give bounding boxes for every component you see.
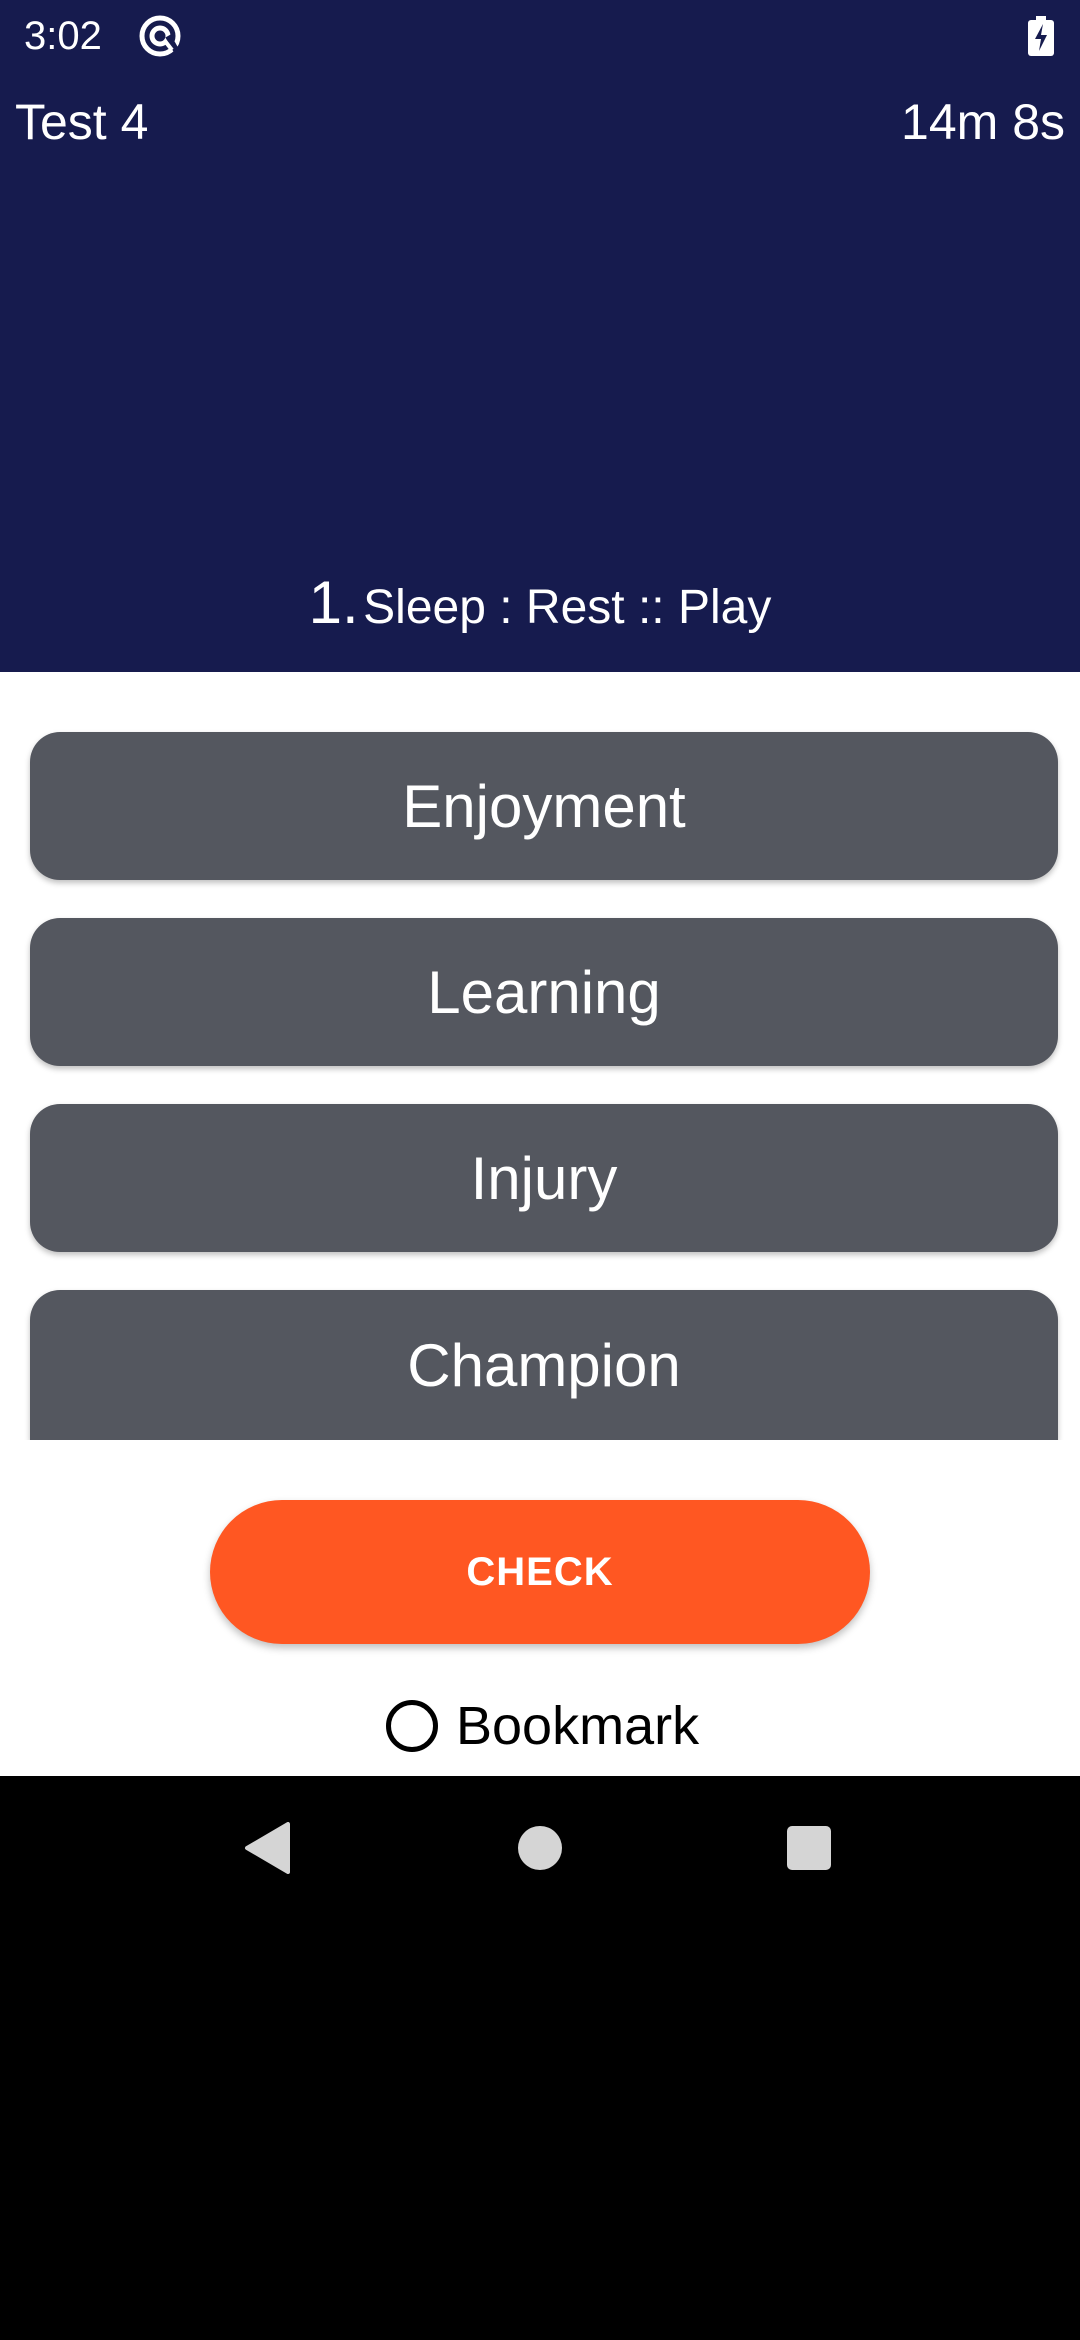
option-injury[interactable]: Injury [30, 1104, 1058, 1252]
back-triangle-icon[interactable] [244, 1822, 290, 1874]
bookmark-radio[interactable] [386, 1700, 438, 1752]
test-title: Test 4 [15, 94, 149, 150]
question: 1. Sleep : Rest :: Play [0, 568, 1080, 637]
options-list: Enjoyment Learning Injury Champion [0, 672, 1080, 1440]
question-text: Sleep : Rest :: Play [363, 581, 772, 634]
status-bar: 3:02 [0, 0, 1080, 72]
home-circle-icon[interactable] [518, 1826, 562, 1870]
check-button[interactable]: CHECK [210, 1500, 870, 1644]
status-time: 3:02 [24, 14, 102, 58]
timer: 14m 8s [901, 94, 1065, 150]
answer-area: Enjoyment Learning Injury Champion CHECK… [0, 672, 1080, 1776]
option-learning[interactable]: Learning [30, 918, 1058, 1066]
option-enjoyment[interactable]: Enjoyment [30, 732, 1058, 880]
option-champion[interactable]: Champion [30, 1290, 1058, 1440]
quiz-header: 3:02 Test 4 14m 8s 1. Sleep : Rest :: Pl… [0, 0, 1080, 672]
navigation-bar [0, 1776, 1080, 1920]
question-number: 1. [308, 569, 359, 636]
battery-charging-icon [1028, 16, 1054, 56]
bookmark-label: Bookmark [456, 1696, 700, 1756]
at-sign-circle-icon [139, 15, 181, 57]
screen: 3:02 Test 4 14m 8s 1. Sleep : Rest :: Pl… [0, 0, 1080, 2340]
recents-square-icon[interactable] [787, 1826, 831, 1870]
bookmark-toggle[interactable]: Bookmark [386, 1692, 699, 1760]
